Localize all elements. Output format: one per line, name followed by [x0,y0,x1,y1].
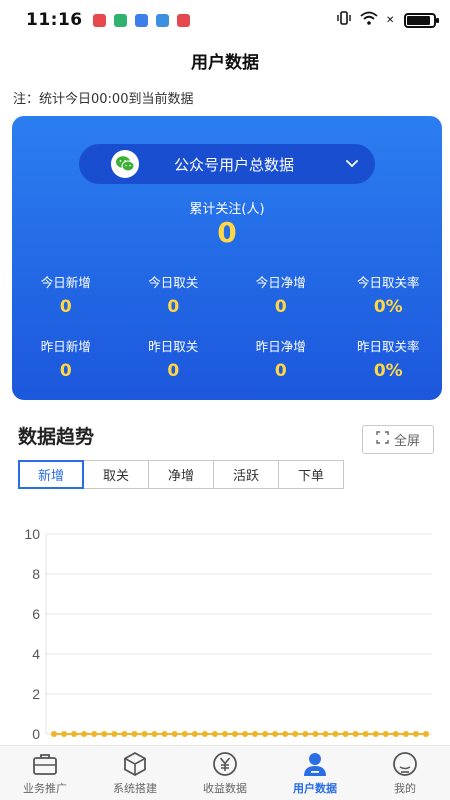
fullscreen-icon [376,431,389,448]
vibrate-icon [336,10,352,30]
chart-data-point [292,731,299,737]
account-selector[interactable]: 公众号用户总数据 [79,144,375,184]
trend-tabs: 新增 取关 净增 活跃 下单 [18,460,344,489]
chevron-down-icon [343,155,361,173]
chart-data-point [322,731,329,737]
nav-system-build[interactable]: 系统搭建 [90,746,180,800]
yesterday-stats: 昨日新增 0 昨日取关 0 昨日净增 0 昨日取关率 0% [12,336,442,381]
svg-text:✕: ✕ [386,15,394,26]
yen-icon [211,750,239,778]
selector-label: 公众号用户总数据 [173,155,294,174]
chart-y-tick-label: 2 [32,686,40,702]
chart-data-point [91,731,98,737]
chart-data-point [312,731,319,737]
chart-y-tick-label: 4 [32,646,40,662]
stats-note: 注：统计今日00:00到当前数据 [13,92,194,107]
chart-data-point [131,731,138,737]
profile-face-icon [391,750,419,778]
chart-y-tick-label: 0 [32,726,40,742]
chart-data-point [252,731,259,737]
chart-data-point [262,731,269,737]
stat-today-unfollow-rate: 今日取关率 0% [356,275,420,317]
status-time: 11:16 [26,10,83,30]
stat-yesterday-unfollow: 昨日取关 0 [148,339,199,381]
page-title: 用户数据 [191,53,259,73]
chart-data-point [161,731,168,737]
chart-data-point [282,731,289,737]
chart-data-point [81,731,88,737]
fullscreen-button[interactable]: 全屏 [362,425,434,454]
chart-data-point [272,731,279,737]
chart-y-tick-label: 10 [24,526,40,542]
nav-user-data[interactable]: 用户数据 [270,746,360,800]
chart-data-point [332,731,339,737]
chart-data-point [231,731,238,737]
chart-data-point [302,731,309,737]
total-followers-value: 0 [217,216,237,249]
nav-mine[interactable]: 我的 [360,746,450,800]
chart-data-point [111,731,118,737]
chart-data-point [402,731,409,737]
tab-unfollow[interactable]: 取关 [83,460,149,489]
chart-y-tick-label: 6 [32,606,40,622]
nav-business-promo[interactable]: 业务推广 [0,746,90,800]
chart-data-point [171,731,178,737]
wifi-icon [360,10,378,30]
status-app-icon [134,13,148,27]
status-app-icon [113,13,127,27]
chart-data-point [211,731,218,737]
chart-data-point [51,731,57,737]
chart-data-point [342,731,349,737]
total-followers-label: 累计关注(人) [189,202,265,217]
stat-yesterday-unfollow-rate: 昨日取关率 0% [356,339,420,381]
chart-data-point [423,731,429,737]
tab-active[interactable]: 活跃 [213,460,279,489]
chart-data-point [412,731,419,737]
trend-chart: 0 2 4 6 8 10 [24,526,432,742]
tab-new[interactable]: 新增 [18,460,84,489]
stat-today-net: 今日净增 0 [255,275,306,317]
stat-yesterday-new: 昨日新增 0 [40,339,91,381]
summary-card: 公众号用户总数据 累计关注(人) 0 今日新增 0 今日取关 0 今日净增 0 今日取… [12,116,442,400]
signal-icon: ✕ [386,11,396,30]
chart-data-point [201,731,208,737]
chart-data-point [352,731,359,737]
status-app-icon [155,13,169,27]
status-app-icon [92,13,106,27]
chart-data-point [101,731,108,737]
battery-icon [404,12,439,28]
bottom-nav: 业务推广 系统搭建 收益数据 用户数据 我的 [0,745,450,800]
trend-title: 数据趋势 [18,426,95,448]
chart-data-point [362,731,369,737]
chart-data-point [242,731,249,737]
chart-data-point [191,731,198,737]
stat-yesterday-net: 昨日净增 0 [255,339,306,381]
chart-data-point [71,731,78,737]
briefcase-icon [31,750,59,778]
chart-data-point [151,731,158,737]
chart-data-point [121,731,128,737]
chart-data-point [61,731,68,737]
wechat-icon [111,150,139,178]
chart-data-point [382,731,389,737]
status-app-icon [176,13,190,27]
today-stats: 今日新增 0 今日取关 0 今日净增 0 今日取关率 0% [12,272,442,317]
status-app-icons [92,13,190,27]
chart-y-tick-label: 8 [32,566,40,582]
user-icon [301,750,329,778]
chart-data-point [141,731,148,737]
fullscreen-label: 全屏 [393,434,420,449]
stat-today-new: 今日新增 0 [40,275,91,317]
chart-data-point [221,731,228,737]
nav-revenue-data[interactable]: 收益数据 [180,746,270,800]
tab-net[interactable]: 净增 [148,460,214,489]
chart-data-point [372,731,379,737]
cube-icon [121,750,149,778]
chart-data-point [181,731,188,737]
status-bar: 11:16 ✕ [0,0,450,40]
status-right: ✕ [336,10,439,30]
chart-data-point [392,731,399,737]
tab-order[interactable]: 下单 [278,460,344,489]
stat-today-unfollow: 今日取关 0 [148,275,199,317]
